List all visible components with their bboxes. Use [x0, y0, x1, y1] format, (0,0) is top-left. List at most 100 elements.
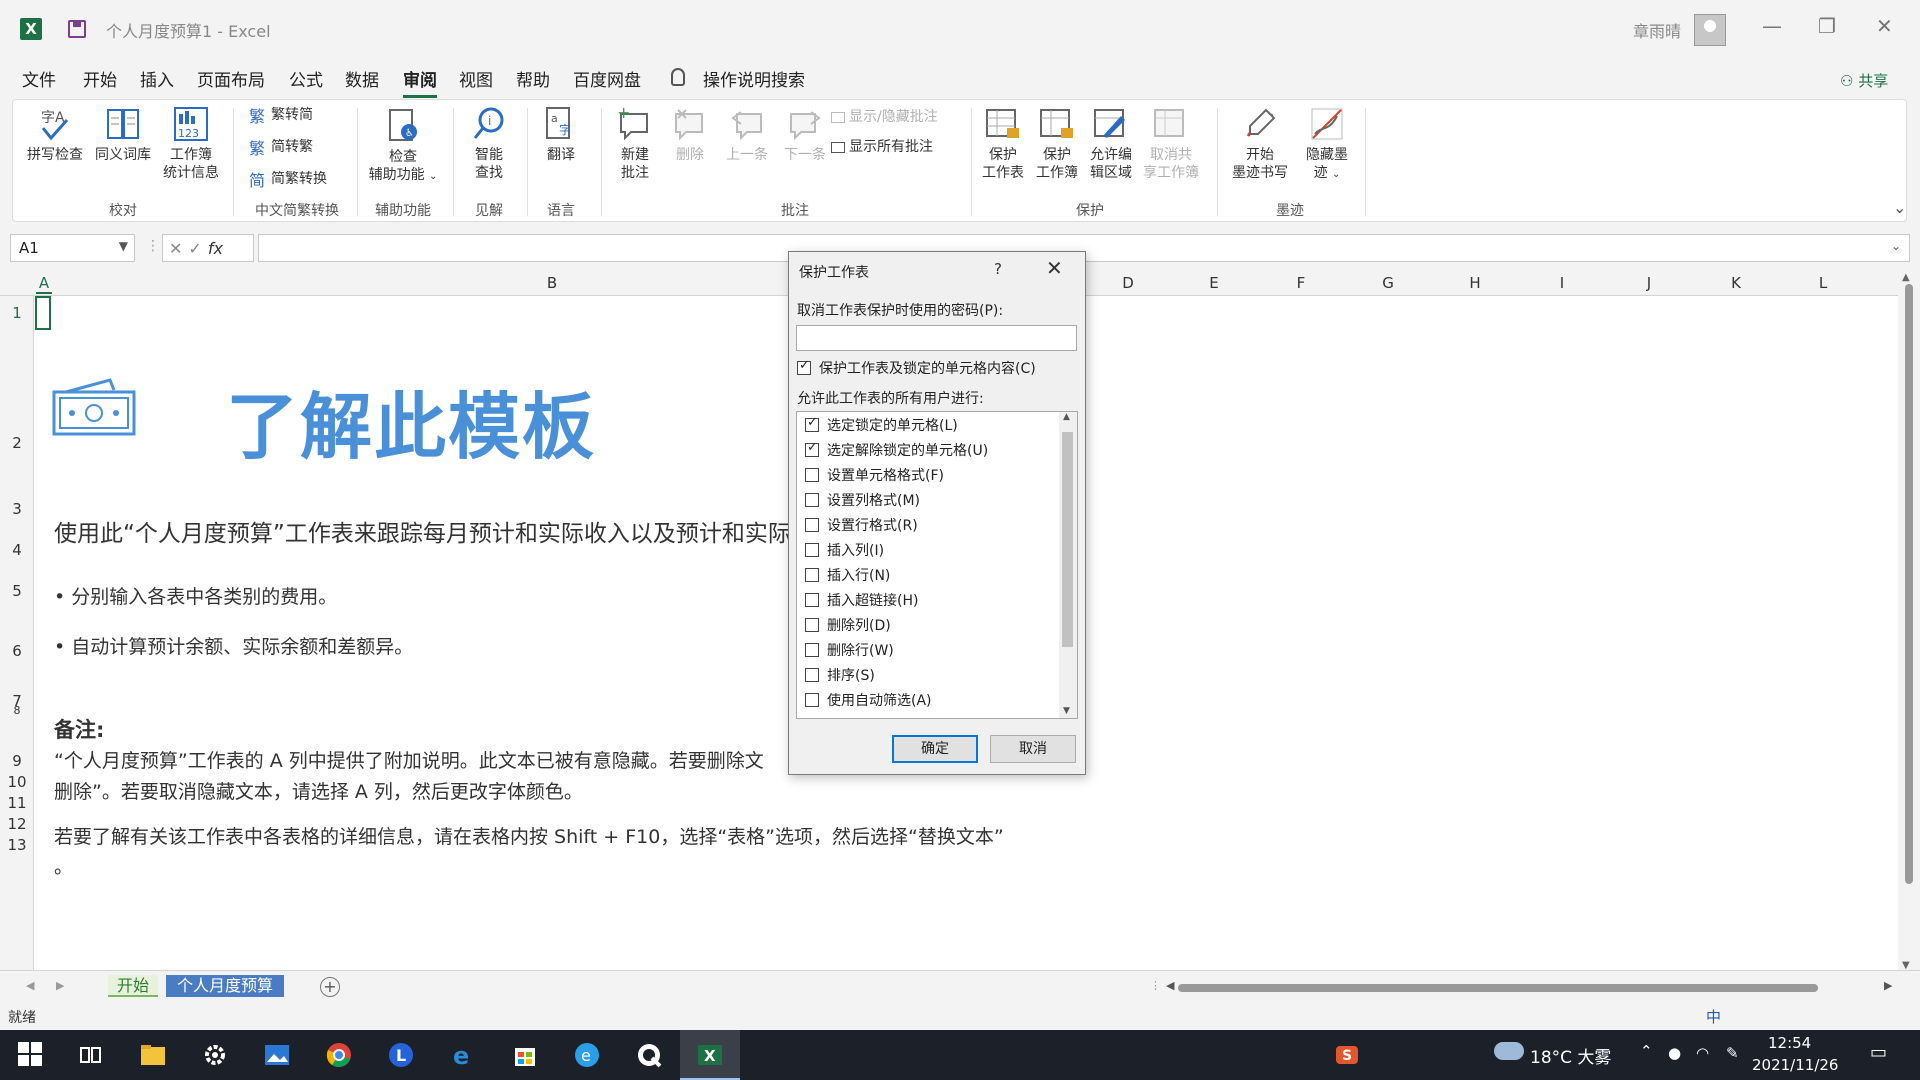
list-scrollbar[interactable]: ▲ ▼	[1059, 412, 1077, 718]
weather-text[interactable]: 18°C 大雾	[1530, 1043, 1611, 1068]
column-header[interactable]: E	[1202, 274, 1226, 292]
tab-baidu-netdisk[interactable]: 百度网盘	[573, 66, 641, 91]
checkbox-icon[interactable]	[805, 543, 819, 557]
row-header[interactable]: 12	[0, 815, 34, 833]
show-all-comments-button[interactable]: 显示所有批注	[831, 136, 933, 158]
permission-option[interactable]: 选定锁定的单元格(L)	[805, 415, 958, 435]
chevron-up-icon[interactable]: ⌃	[1640, 1042, 1653, 1060]
active-cell[interactable]	[35, 296, 51, 330]
row-header[interactable]: 13	[0, 836, 34, 854]
thesaurus-button[interactable]: 同义词库	[91, 106, 155, 164]
row-header[interactable]: 2	[0, 434, 34, 452]
permission-option[interactable]: 设置行格式(R)	[805, 515, 918, 535]
check-accessibility-button[interactable]: ♿ 检查 辅助功能 ⌄	[363, 108, 443, 186]
permission-option[interactable]: 删除行(W)	[805, 640, 894, 660]
column-header[interactable]: D	[1116, 274, 1140, 292]
expand-formula-icon[interactable]: ⌄	[1891, 239, 1901, 253]
sheet-tab[interactable]: 开始	[108, 975, 158, 997]
more-icon[interactable]: ⋮	[146, 238, 160, 254]
ime-mode[interactable]: 中	[1706, 1006, 1721, 1027]
column-header[interactable]: B	[540, 274, 564, 292]
translate-button[interactable]: a字 翻译	[533, 106, 589, 164]
column-header[interactable]: I	[1550, 274, 1574, 292]
delete-comment-button[interactable]: 删除	[665, 106, 715, 164]
scroll-left-icon[interactable]: ◀	[1166, 979, 1174, 992]
permission-option[interactable]: 排序(S)	[805, 665, 875, 685]
collapse-ribbon-icon[interactable]: ⌄	[1893, 198, 1906, 217]
checkbox-icon[interactable]	[805, 618, 819, 632]
tab-insert[interactable]: 插入	[140, 66, 174, 91]
horizontal-scrollbar[interactable]	[1178, 984, 1818, 992]
scroll-down-icon[interactable]: ▼	[1063, 706, 1070, 716]
photos-icon[interactable]	[264, 1042, 290, 1068]
sheet-tab-active[interactable]: 个人月度预算	[166, 975, 284, 997]
protect-contents-checkbox[interactable]: 保护工作表及锁定的单元格内容(C)	[797, 358, 1036, 378]
tab-page-layout[interactable]: 页面布局	[197, 66, 265, 91]
lightbulb-icon[interactable]	[671, 68, 685, 86]
row-header[interactable]: 4	[0, 541, 34, 559]
to-traditional-button[interactable]: 繁简转繁	[249, 136, 313, 158]
settings-icon[interactable]	[202, 1042, 228, 1068]
row-header[interactable]: 3	[0, 500, 34, 518]
allow-edit-ranges-button[interactable]: 允许编 辑区域	[1085, 106, 1137, 182]
help-icon[interactable]: ?	[994, 260, 1002, 278]
tab-formulas[interactable]: 公式	[289, 66, 323, 91]
checkbox-icon[interactable]	[805, 440, 819, 457]
row-header[interactable]: 8	[0, 704, 34, 717]
save-icon[interactable]	[68, 20, 86, 38]
next-sheet-icon[interactable]: ▶	[56, 979, 64, 992]
tab-file[interactable]: 文件	[22, 66, 56, 91]
tab-data[interactable]: 数据	[345, 66, 379, 91]
new-comment-button[interactable]: + 新建 批注	[607, 103, 663, 182]
checkbox-icon[interactable]	[797, 358, 811, 375]
chevron-down-icon[interactable]: ▼	[119, 239, 128, 253]
row-header[interactable]: 1	[0, 304, 34, 322]
pen-tray-icon[interactable]: ✎	[1726, 1044, 1739, 1062]
close-icon[interactable]: ✕	[1046, 256, 1063, 280]
permission-option[interactable]: 选定解除锁定的单元格(U)	[805, 440, 988, 460]
tab-help[interactable]: 帮助	[516, 66, 550, 91]
tab-review[interactable]: 审阅	[403, 66, 437, 98]
permission-option[interactable]: 使用自动筛选(A)	[805, 690, 932, 710]
checkbox-icon[interactable]	[805, 693, 819, 707]
column-header[interactable]: L	[1811, 274, 1835, 292]
chrome-icon[interactable]	[326, 1042, 352, 1068]
wifi-icon[interactable]: ◠	[1696, 1044, 1709, 1062]
sogou-icon[interactable]: S	[1334, 1042, 1360, 1068]
add-sheet-button[interactable]: +	[320, 977, 340, 997]
column-header[interactable]: A	[36, 274, 52, 294]
cancel-icon[interactable]: ✕	[169, 239, 188, 258]
start-inking-button[interactable]: 开始 墨迹书写	[1225, 106, 1295, 182]
row-header[interactable]: 9	[0, 752, 34, 770]
scroll-thumb[interactable]	[1062, 432, 1073, 647]
restore-icon[interactable]: ❐	[1818, 14, 1836, 38]
checkbox-icon[interactable]	[805, 468, 819, 482]
column-header[interactable]: H	[1463, 274, 1487, 292]
task-view-icon[interactable]	[78, 1042, 104, 1068]
scroll-up-icon[interactable]: ▲	[1063, 412, 1070, 422]
user-name[interactable]: 章雨晴	[1633, 18, 1681, 42]
vertical-scrollbar[interactable]: ▲ ▼	[1898, 270, 1920, 971]
more-icon[interactable]: ⋮	[1150, 979, 1161, 992]
column-header[interactable]: F	[1289, 274, 1313, 292]
scroll-right-icon[interactable]: ▶	[1884, 979, 1892, 992]
edge-icon[interactable]: e	[574, 1042, 600, 1068]
checkbox-icon[interactable]	[805, 415, 819, 432]
minimize-icon[interactable]: —	[1762, 14, 1782, 38]
weather-icon[interactable]	[1494, 1042, 1524, 1060]
previous-sheet-icon[interactable]: ◀	[26, 979, 34, 992]
permissions-list[interactable]: 选定锁定的单元格(L) 选定解除锁定的单元格(U) 设置单元格格式(F) 设置列…	[796, 411, 1078, 719]
checkbox-icon[interactable]	[805, 518, 819, 532]
password-input[interactable]	[796, 325, 1077, 351]
close-icon[interactable]: ✕	[1876, 14, 1893, 38]
workbook-statistics-button[interactable]: 123 工作簿 统计信息	[159, 106, 223, 182]
to-simplified-button[interactable]: 繁繁转简	[249, 104, 313, 126]
enter-icon[interactable]: ✓	[188, 239, 207, 258]
protect-sheet-button[interactable]: 保护 工作表	[977, 106, 1029, 182]
permission-option[interactable]: 插入行(N)	[805, 565, 890, 585]
column-header[interactable]: J	[1637, 274, 1661, 292]
permission-option[interactable]: 设置列格式(M)	[805, 490, 920, 510]
column-header[interactable]: K	[1724, 274, 1748, 292]
permission-option[interactable]: 删除列(D)	[805, 615, 891, 635]
hide-ink-button[interactable]: 隐藏墨 迹 ⌄	[1299, 106, 1355, 184]
